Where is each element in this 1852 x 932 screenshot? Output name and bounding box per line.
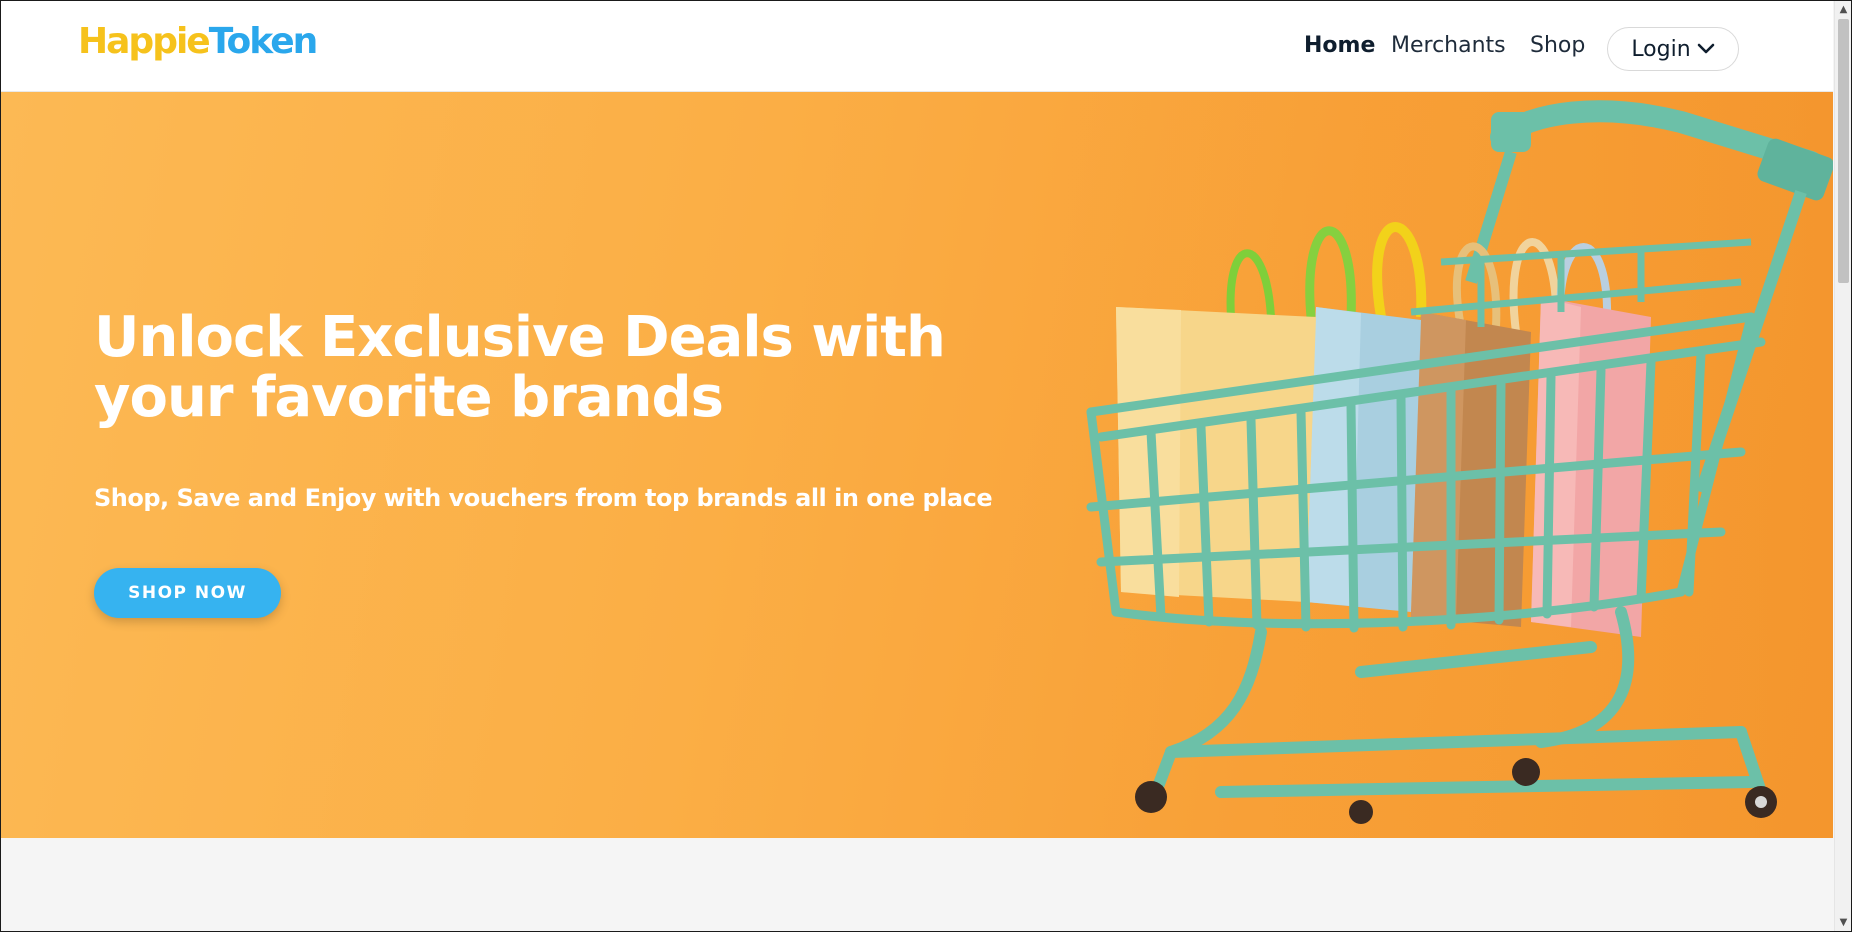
login-label: Login <box>1631 36 1691 62</box>
hero-subtitle: Shop, Save and Enjoy with vouchers from … <box>94 484 993 512</box>
login-dropdown-button[interactable]: Login <box>1607 27 1739 71</box>
logo[interactable]: HappieToken <box>78 21 319 62</box>
hero-banner: Unlock Exclusive Deals with your favorit… <box>1 92 1833 838</box>
chevron-down-icon <box>1697 43 1714 54</box>
content-area-below-hero <box>1 838 1833 931</box>
hero-title: Unlock Exclusive Deals with your favorit… <box>94 308 994 428</box>
scrollbar-thumb[interactable] <box>1838 19 1849 283</box>
arrow-down-icon[interactable]: ▼ <box>1835 914 1851 931</box>
nav-merchants-link[interactable]: Merchants <box>1391 33 1506 58</box>
logo-part-happie: Happie <box>78 21 211 62</box>
browser-viewport: HappieToken Home Merchants Shop Login Un… <box>0 0 1852 932</box>
arrow-up-icon[interactable]: ▲ <box>1835 1 1851 18</box>
nav-shop-link[interactable]: Shop <box>1530 33 1585 58</box>
site-header: HappieToken Home Merchants Shop Login <box>1 1 1833 92</box>
nav-home-link[interactable]: Home <box>1304 33 1375 58</box>
logo-part-token: Token <box>208 21 319 62</box>
hero-title-line-2: your favorite brands <box>94 365 724 430</box>
shop-now-button[interactable]: SHOP NOW <box>94 568 281 618</box>
page-scrollbar[interactable]: ▲ ▼ <box>1834 1 1851 931</box>
shopping-cart-illustration <box>1061 92 1833 838</box>
hero-title-line-1: Unlock Exclusive Deals with <box>94 305 946 370</box>
